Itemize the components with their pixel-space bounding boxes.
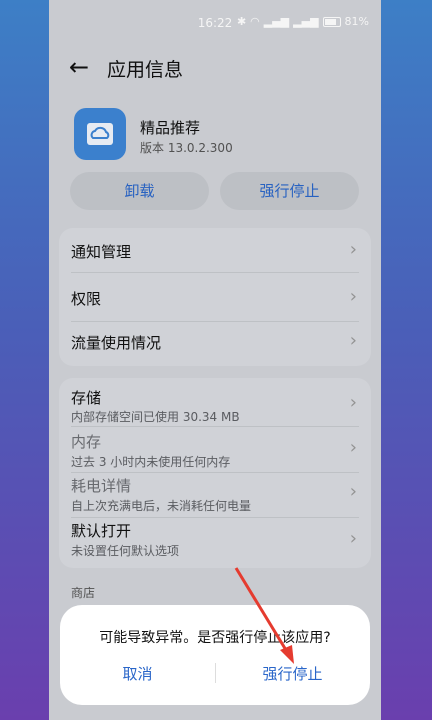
annotation-arrow-icon bbox=[234, 567, 294, 664]
